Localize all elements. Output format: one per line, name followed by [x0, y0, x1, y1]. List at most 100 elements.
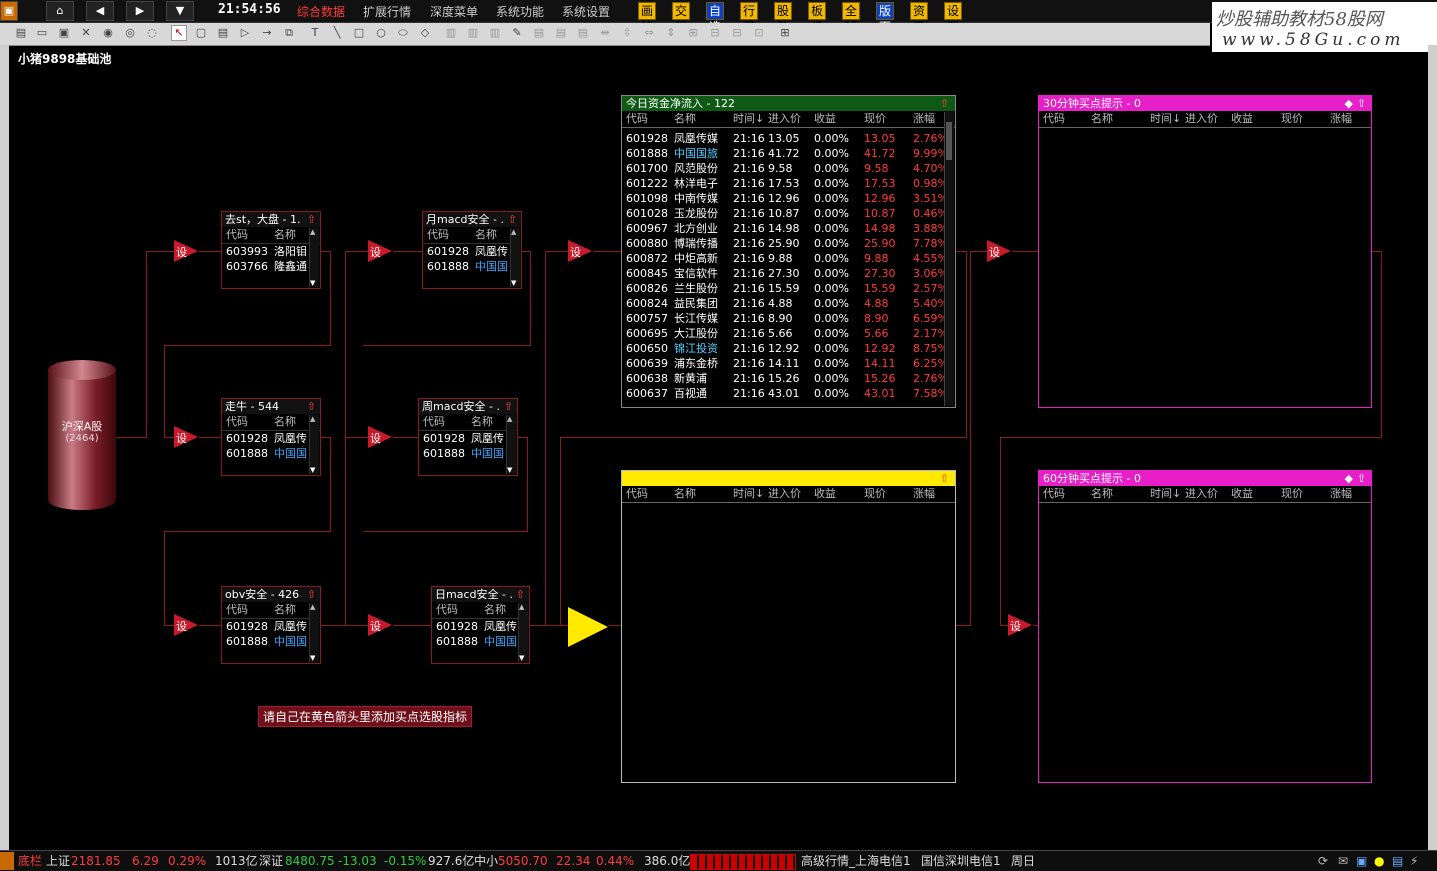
collapse-up-icon[interactable]: ⇧ — [940, 96, 949, 111]
panel-30min[interactable]: 30分钟买点提示 - 0 ◆ ⇧ 代码 名称 时间↓ 进入价 收益 现价 涨幅 — [1038, 95, 1372, 408]
center-h-icon[interactable]: ⊟ — [708, 26, 722, 40]
inflow-panel[interactable]: 今日资金净流入 - 122 ⇧ 代码 名称 时间↓ 进入价 收益 现价 涨幅 6… — [621, 95, 956, 408]
collapse-up-icon[interactable]: ⇧ — [307, 400, 316, 413]
menu-deep[interactable]: 深度菜单 — [430, 3, 478, 20]
scrollbar[interactable] — [944, 112, 954, 406]
group-icon[interactable]: ⊡ — [752, 26, 766, 40]
arrow-icon[interactable]: → — [260, 26, 274, 40]
pin-icon[interactable]: ◆ — [1345, 96, 1353, 111]
scrollbar[interactable] — [518, 603, 528, 662]
copy-icon[interactable]: ⧉ — [282, 26, 296, 40]
table-row[interactable]: 601888 中国国 — [222, 446, 320, 461]
collapse-up-icon[interactable]: ⇧ — [940, 471, 949, 486]
table-row[interactable]: 601928 凤凰传 — [432, 619, 529, 634]
table-row[interactable]: 600967 北方创业 21:16 14.98 0.00% 14.98 3.88% — [622, 221, 955, 236]
align-mid-icon[interactable]: ▤ — [554, 26, 568, 40]
quick-draw[interactable]: 画线 — [638, 2, 657, 34]
table-row[interactable]: 601028 玉龙股份 21:16 10.87 0.00% 10.87 0.46% — [622, 206, 955, 221]
align-center-icon[interactable]: ▥ — [466, 26, 480, 40]
home-icon[interactable]: ⌂ — [46, 1, 74, 21]
quick-pool[interactable]: 股池 — [774, 2, 793, 34]
quick-watchlist[interactable]: 自选 — [706, 2, 725, 34]
forward-icon[interactable]: ▶ — [126, 1, 154, 21]
rect-icon[interactable]: □ — [352, 26, 366, 40]
table-row[interactable]: 603766 隆鑫通 — [222, 259, 320, 274]
table-row[interactable]: 600757 长江传媒 21:16 8.90 0.00% 8.90 6.59% — [622, 311, 955, 326]
menu-composite-data[interactable]: 综合数据 — [297, 3, 345, 20]
scrollbar[interactable] — [309, 603, 319, 662]
filter-panel-month-macd[interactable]: 月macd安全 - . ⇧ 代码 名称 601928 凤凰传 601888 中国国 — [422, 211, 522, 289]
align-top-icon[interactable]: ▤ — [532, 26, 546, 40]
paint-icon[interactable]: ✎ — [510, 26, 524, 40]
align-left-icon[interactable]: ▥ — [444, 26, 458, 40]
table-row[interactable]: 601888 中国国 — [432, 634, 529, 649]
server-2[interactable]: 国信深圳电信1 — [921, 851, 1001, 871]
stop-icon[interactable]: ◌ — [145, 26, 159, 40]
table-row[interactable]: 600880 博瑞传播 21:16 25.90 0.00% 25.90 7.78% — [622, 236, 955, 251]
filter-panel-obv[interactable]: obv安全 - 426 ⇧ 代码 名称 601928 凤凰传 601888 中国国 — [221, 586, 321, 664]
collapse-up-icon[interactable]: ⇧ — [307, 213, 316, 226]
same-size-icon[interactable]: ⊞ — [686, 26, 700, 40]
table-row[interactable]: 600845 宝信软件 21:16 27.30 0.00% 27.30 3.06% — [622, 266, 955, 281]
menu-system-functions[interactable]: 系统功能 — [496, 3, 544, 20]
window-icon[interactable]: ▣ — [1356, 851, 1367, 871]
buy-signal-panel[interactable]: ⇧ 代码 名称 时间↓ 进入价 收益 现价 涨幅 — [621, 470, 956, 783]
scrollbar[interactable] — [309, 415, 319, 474]
filter-panel-week-macd[interactable]: 周macd安全 - . ⇧ 代码 名称 601928 凤凰传 601888 中国国 — [418, 398, 518, 476]
collapse-up-icon[interactable]: ⇧ — [516, 588, 525, 601]
quick-layout[interactable]: 版面 — [876, 2, 895, 34]
node-icon[interactable]: ▢ — [194, 26, 208, 40]
triangle-icon[interactable]: ▷ — [238, 26, 252, 40]
quick-settings[interactable]: 设置 — [944, 2, 963, 34]
signal-icon[interactable]: ⚡ — [1410, 851, 1418, 871]
scrollbar[interactable] — [309, 228, 319, 287]
distribute-v-icon[interactable]: ⇳ — [620, 26, 634, 40]
quick-trade[interactable]: 交易 — [672, 2, 691, 34]
table-row[interactable]: 600638 新黄浦 21:16 15.26 0.00% 15.26 2.76% — [622, 371, 955, 386]
collapse-up-icon[interactable]: ⇧ — [1357, 471, 1366, 486]
app-logo-icon[interactable]: ▣ — [0, 1, 18, 21]
table-row[interactable]: 600637 百视通 21:16 43.01 0.00% 43.01 7.58% — [622, 386, 955, 401]
save-icon[interactable]: ▣ — [57, 26, 71, 40]
sz-name[interactable]: 深证 — [259, 851, 283, 871]
distribute-h-icon[interactable]: ⇹ — [598, 26, 612, 40]
quick-quotes[interactable]: 行情 — [740, 2, 759, 34]
menu-extended-quotes[interactable]: 扩展行情 — [363, 3, 411, 20]
table-row[interactable]: 601222 林洋电子 21:16 17.53 0.00% 17.53 0.98% — [622, 176, 955, 191]
quick-news[interactable]: 资讯 — [910, 2, 929, 34]
back-icon[interactable]: ◀ — [86, 1, 114, 21]
table-row[interactable]: 603993 洛阳钼 — [222, 244, 320, 259]
filter-panel-day-macd[interactable]: 日macd安全 - . ⇧ 代码 名称 601928 凤凰传 601888 中国国 — [431, 586, 530, 664]
table-row[interactable]: 600872 中炬高新 21:16 9.88 0.00% 9.88 4.55% — [622, 251, 955, 266]
table-row[interactable]: 601888 中国国 — [222, 634, 320, 649]
menu-expand-icon[interactable]: ▼ — [166, 1, 194, 21]
circle-icon[interactable]: ○ — [374, 26, 388, 40]
refresh-icon[interactable]: ⟳ — [1318, 851, 1328, 871]
yellow-arrow-node[interactable] — [568, 607, 608, 647]
zx-name[interactable]: 中小 — [474, 851, 498, 871]
ellipse-icon[interactable]: ⬭ — [396, 26, 410, 40]
table-row[interactable]: 600824 益民集团 21:16 4.88 0.00% 4.88 5.40% — [622, 296, 955, 311]
align-bottom-icon[interactable]: ▤ — [576, 26, 590, 40]
collapse-up-icon[interactable]: ⇧ — [1357, 96, 1366, 111]
panel-60min[interactable]: 60分钟买点提示 - 0 ◆ ⇧ 代码 名称 时间↓ 进入价 收益 现价 涨幅 — [1038, 470, 1372, 783]
table-row[interactable]: 601928 凤凰传 — [419, 431, 517, 446]
diamond-icon[interactable]: ◇ — [418, 26, 432, 40]
text-icon[interactable]: T — [308, 26, 322, 40]
quick-global[interactable]: 全球 — [842, 2, 861, 34]
table-row[interactable]: 601888 中国国 — [419, 446, 517, 461]
menu-system-settings[interactable]: 系统设置 — [562, 3, 610, 20]
delete-icon[interactable]: ✕ — [79, 26, 93, 40]
center-v-icon[interactable]: ⊟ — [730, 26, 744, 40]
table-row[interactable]: 600826 兰生股份 21:16 15.59 0.00% 15.59 2.57% — [622, 281, 955, 296]
collapse-up-icon[interactable]: ⇧ — [307, 588, 316, 601]
screen-icon[interactable]: ▤ — [1392, 851, 1403, 871]
line-icon[interactable]: ╲ — [330, 26, 344, 40]
pointer-icon[interactable]: ↖ — [171, 25, 187, 41]
pause-icon[interactable]: ◎ — [123, 26, 137, 40]
app-status-icon[interactable] — [0, 852, 14, 870]
table-row[interactable]: 600695 大江股份 21:16 5.66 0.00% 5.66 2.17% — [622, 326, 955, 341]
table-row[interactable]: 600650 锦江投资 21:16 12.92 0.00% 12.92 8.75% — [622, 341, 955, 356]
table-row[interactable]: 601928 凤凰传 — [423, 244, 521, 259]
table-row[interactable]: 601888 中国国旅 21:16 41.72 0.00% 41.72 9.99% — [622, 146, 955, 161]
